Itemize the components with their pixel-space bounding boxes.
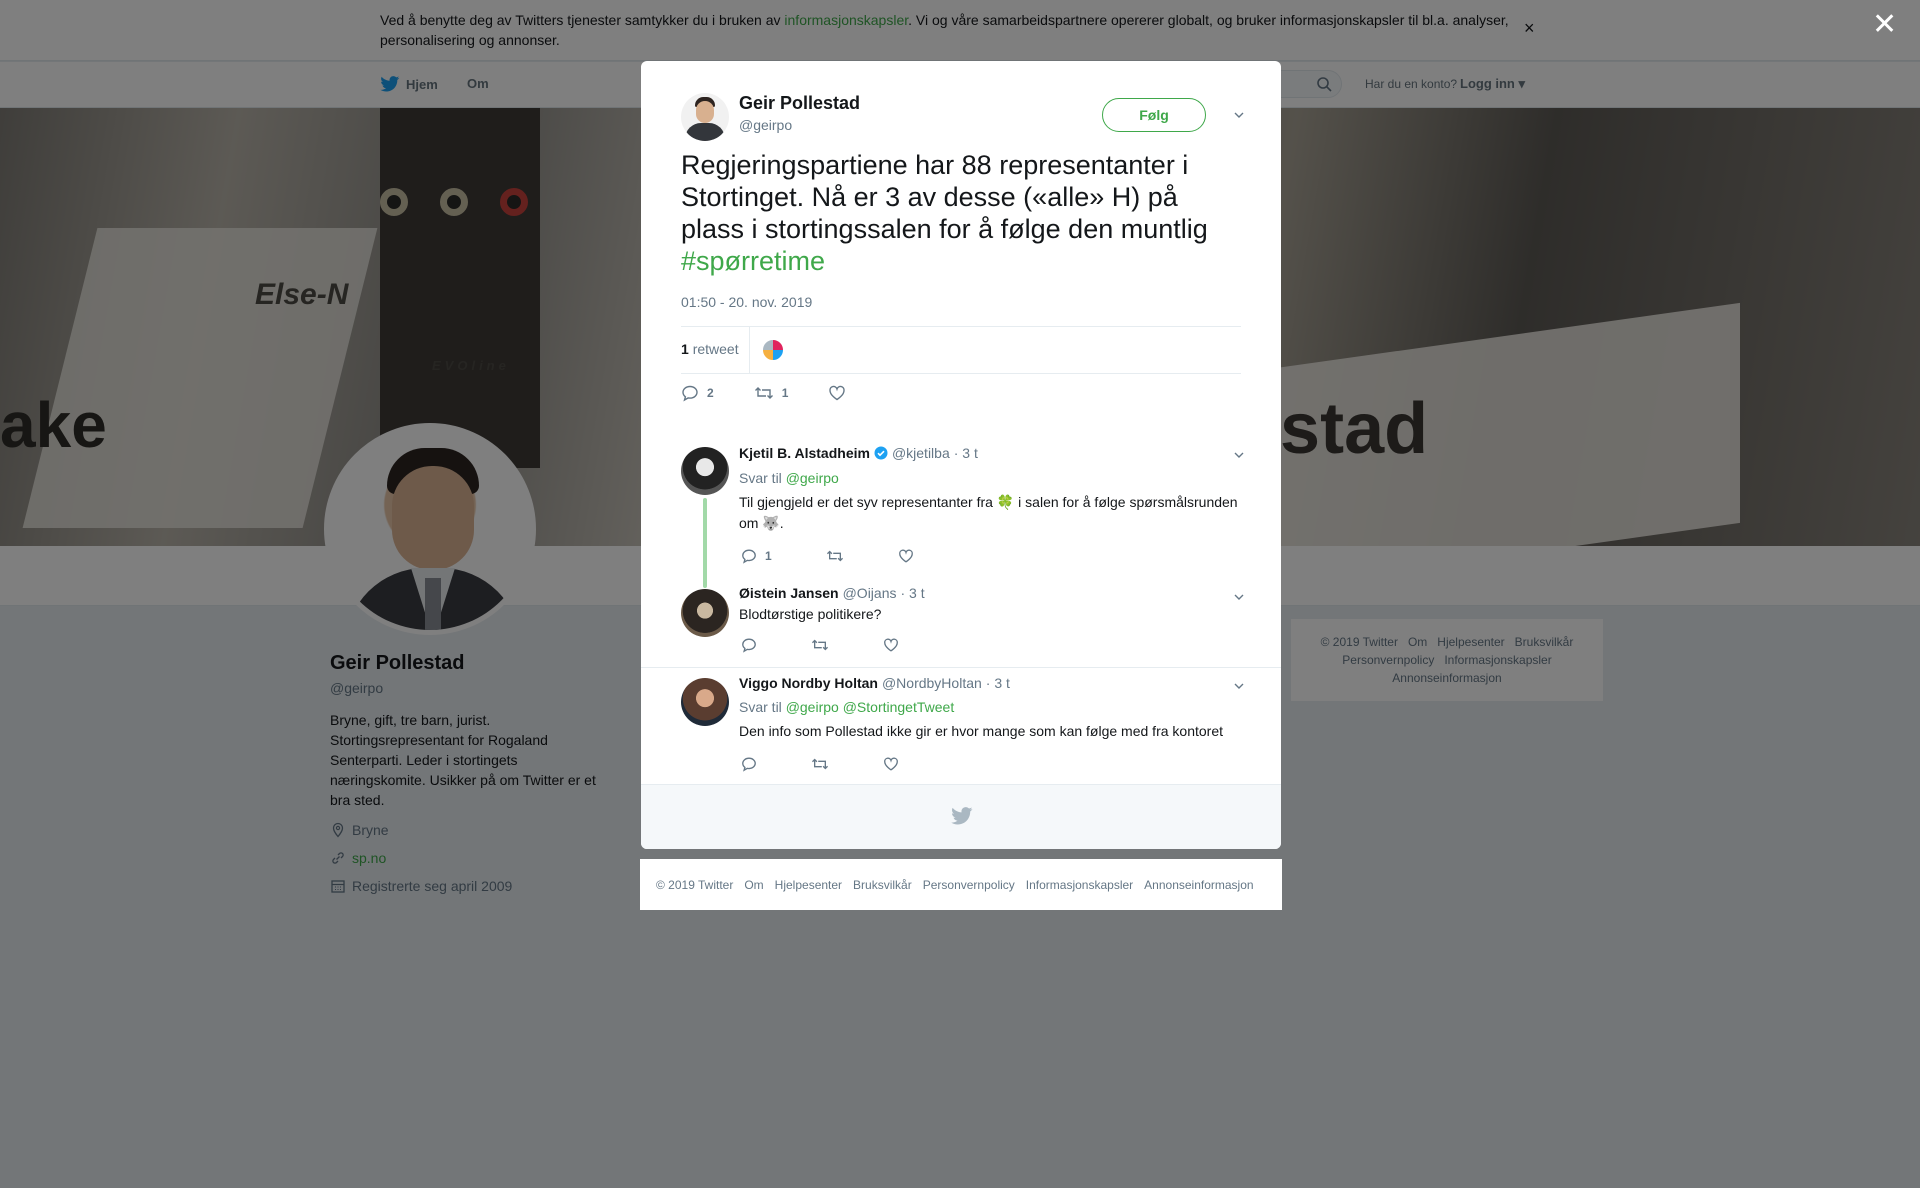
heart-icon <box>898 549 913 563</box>
close-modal-button[interactable]: ✕ <box>1872 10 1897 40</box>
retweeter-avatar[interactable] <box>761 338 785 362</box>
reply-action[interactable]: 1 <box>741 548 772 564</box>
reply-avatar[interactable] <box>681 678 729 726</box>
reply-avatar[interactable] <box>681 589 729 637</box>
footer-link[interactable]: Informasjonskapsler <box>1026 878 1133 892</box>
reply-author-name[interactable]: Øistein Jansen <box>739 585 839 601</box>
like-action[interactable] <box>883 756 899 772</box>
reply-avatar[interactable] <box>681 447 729 495</box>
tweet-text: Regjeringspartiene har 88 representanter… <box>681 150 1208 276</box>
retweet-action[interactable]: 1 <box>754 384 788 402</box>
reply-actions: 1 <box>741 548 914 564</box>
mention-link[interactable]: @geirpo <box>786 699 839 715</box>
reply-author-name[interactable]: Kjetil B. Alstadheim <box>739 445 870 461</box>
retweet-action[interactable] <box>811 637 829 653</box>
footer-link[interactable]: Annonseinformasjon <box>1144 878 1253 892</box>
divider <box>749 327 750 373</box>
modal-footer <box>641 784 1281 849</box>
reply-header: Øistein Jansen @Oijans · 3 t <box>739 585 925 601</box>
clover-emoji: 🍀 <box>996 494 1015 510</box>
reply-time[interactable]: · 3 t <box>954 445 978 461</box>
footer-link[interactable]: Personvernpolicy <box>923 878 1015 892</box>
divider <box>641 667 1281 668</box>
like-action[interactable] <box>883 637 899 653</box>
footer-link[interactable]: Hjelpesenter <box>775 878 842 892</box>
thread-connector <box>703 498 707 588</box>
reply-icon <box>742 757 756 772</box>
reply-text: Blodtørstige politikere? <box>739 606 882 622</box>
reply-author-handle[interactable]: @Oijans <box>843 585 897 601</box>
heart-icon <box>829 385 846 401</box>
reply-action[interactable] <box>741 637 757 653</box>
reply-icon <box>742 638 756 653</box>
retweet-icon <box>811 758 829 770</box>
retweet-count[interactable]: 1 retweet <box>681 341 739 357</box>
reply-author-handle[interactable]: @NordbyHoltan <box>882 675 982 691</box>
chevron-down-icon[interactable] <box>1233 591 1245 603</box>
tweet-timestamp[interactable]: 01:50 - 20. nov. 2019 <box>681 294 812 310</box>
footer-link[interactable]: © 2019 Twitter <box>656 878 733 892</box>
reply-text: Til gjengjeld er det syv representanter … <box>739 494 1238 531</box>
reply-header: Viggo Nordby Holtan @NordbyHoltan · 3 t <box>739 675 1010 691</box>
chevron-down-icon[interactable] <box>1233 109 1245 121</box>
hashtag-link[interactable]: #spørretime <box>681 246 825 276</box>
twitter-bird-icon[interactable] <box>951 807 973 825</box>
reply-action[interactable]: 2 <box>681 384 714 402</box>
retweet-icon <box>811 639 829 651</box>
retweet-icon <box>826 550 843 562</box>
wolf-emoji: 🐺 <box>762 515 780 531</box>
author-avatar[interactable] <box>681 93 729 141</box>
mention-link[interactable]: @geirpo <box>786 470 839 486</box>
follow-button[interactable]: Følg <box>1102 98 1206 132</box>
tweet-stats: 1 retweet <box>681 326 1241 374</box>
retweet-icon <box>754 387 773 399</box>
author-handle[interactable]: @geirpo <box>739 117 792 133</box>
retweet-action[interactable] <box>826 548 844 564</box>
heart-icon <box>884 638 898 652</box>
chevron-down-icon[interactable] <box>1233 449 1245 461</box>
footer-link[interactable]: Om <box>744 878 763 892</box>
reply-actions <box>741 756 899 772</box>
reply-to: Svar til @geirpo @StortingetTweet <box>739 699 955 715</box>
modal-bottom-footer: © 2019 Twitter Om Hjelpesenter Bruksvilk… <box>640 859 1282 910</box>
like-action[interactable] <box>898 548 914 564</box>
reply-text: Den info som Pollestad ikke gir er hvor … <box>739 723 1223 739</box>
reply-author-handle[interactable]: @kjetilba <box>892 445 950 461</box>
reply-header: Kjetil B. Alstadheim @kjetilba · 3 t <box>739 445 978 461</box>
reply-time[interactable]: · 3 t <box>901 585 925 601</box>
footer-link[interactable]: Bruksvilkår <box>853 878 912 892</box>
mention-link[interactable]: @StortingetTweet <box>843 699 955 715</box>
reply-actions <box>741 637 899 653</box>
reply-time[interactable]: · 3 t <box>986 675 1010 691</box>
author-name[interactable]: Geir Pollestad <box>739 93 860 114</box>
chevron-down-icon[interactable] <box>1233 680 1245 692</box>
retweet-action[interactable] <box>811 756 829 772</box>
reply-icon <box>742 549 756 564</box>
tweet-actions: 2 1 <box>681 384 846 402</box>
reply-to: Svar til @geirpo <box>739 470 839 486</box>
verified-badge-icon <box>874 446 888 460</box>
like-action[interactable] <box>828 384 846 402</box>
reply-action[interactable] <box>741 756 757 772</box>
heart-icon <box>884 757 898 771</box>
tweet-modal: Geir Pollestad @geirpo Følg Regjeringspa… <box>641 61 1281 849</box>
reply-icon <box>682 385 698 402</box>
reply-author-name[interactable]: Viggo Nordby Holtan <box>739 675 878 691</box>
